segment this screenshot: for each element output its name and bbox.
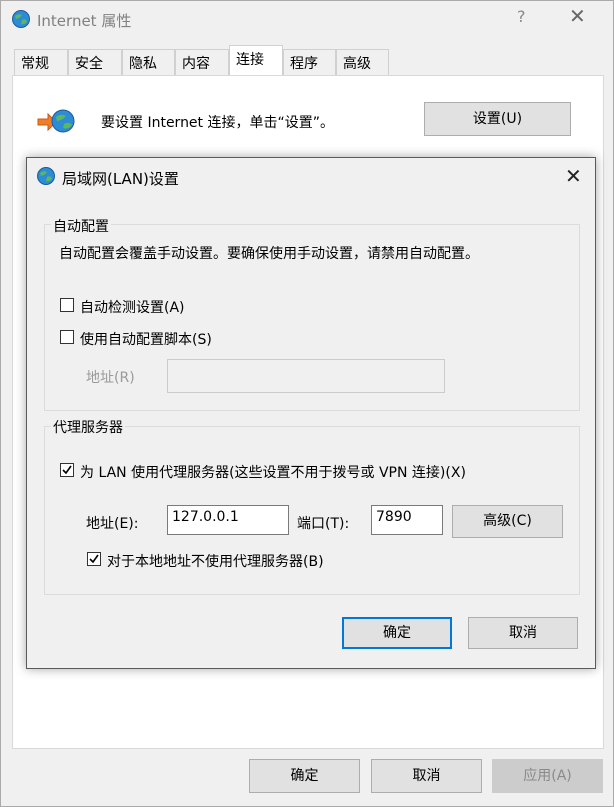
connection-wizard-icon — [36, 107, 76, 141]
auto-config-script-label: 使用自动配置脚本(S) — [80, 332, 212, 348]
script-address-label: 地址(R) — [86, 370, 135, 386]
proxy-address-input[interactable]: 127.0.0.1 — [167, 505, 289, 535]
cancel-button[interactable]: 取消 — [371, 759, 482, 793]
tab-6[interactable]: 程序 — [283, 49, 336, 75]
proxy-port-input[interactable]: 7890 — [371, 505, 443, 535]
auto-detect-label: 自动检测设置(A) — [80, 300, 185, 316]
tab-2[interactable]: 安全 — [68, 49, 122, 75]
script-address-input — [167, 359, 445, 393]
auto-config-script-checkbox[interactable] — [60, 330, 74, 344]
auto-config-description: 自动配置会覆盖手动设置。要确保使用手动设置，请禁用自动配置。 — [59, 246, 479, 262]
apply-button: 应用(A) — [492, 759, 603, 793]
tab-5[interactable]: 连接 — [229, 45, 283, 76]
tab-1[interactable]: 常规 — [14, 49, 68, 75]
setup-button[interactable]: 设置(U) — [424, 102, 571, 136]
lan-settings-dialog: 局域网(LAN)设置 ✕ 自动配置 自动配置会覆盖手动设置。要确保使用手动设置，… — [26, 157, 596, 669]
use-proxy-checkbox[interactable] — [60, 463, 74, 477]
tab-3[interactable]: 隐私 — [122, 49, 175, 75]
bypass-local-checkbox[interactable] — [87, 552, 101, 566]
ok-button[interactable]: 确定 — [249, 759, 360, 793]
proxy-port-label: 端口(T): — [297, 516, 350, 532]
window-title: Internet 属性 — [37, 12, 132, 30]
internet-globe-icon — [11, 9, 31, 33]
checkmark-icon — [62, 465, 72, 475]
bypass-local-label: 对于本地地址不使用代理服务器(B) — [107, 554, 324, 570]
checkmark-icon — [89, 554, 99, 564]
lan-ok-button[interactable]: 确定 — [342, 617, 452, 649]
use-proxy-label: 为 LAN 使用代理服务器(这些设置不用于拨号或 VPN 连接)(X) — [80, 465, 466, 481]
tab-7[interactable]: 高级 — [336, 49, 389, 75]
auto-detect-checkbox[interactable] — [60, 298, 74, 312]
lan-dialog-close-button[interactable]: ✕ — [565, 164, 582, 188]
help-button[interactable]: ? — [517, 7, 526, 26]
proxy-server-group-label: 代理服务器 — [51, 417, 125, 437]
window-close-button[interactable]: ✕ — [569, 4, 586, 28]
lan-globe-icon — [36, 166, 56, 190]
auto-config-group-label: 自动配置 — [51, 216, 111, 236]
connection-setup-text: 要设置 Internet 连接，单击“设置”。 — [101, 115, 334, 131]
lan-dialog-title: 局域网(LAN)设置 — [62, 170, 179, 188]
lan-cancel-button[interactable]: 取消 — [468, 617, 578, 649]
proxy-address-label: 地址(E): — [86, 516, 139, 532]
tab-4[interactable]: 内容 — [175, 49, 229, 75]
proxy-advanced-button[interactable]: 高级(C) — [452, 505, 563, 538]
